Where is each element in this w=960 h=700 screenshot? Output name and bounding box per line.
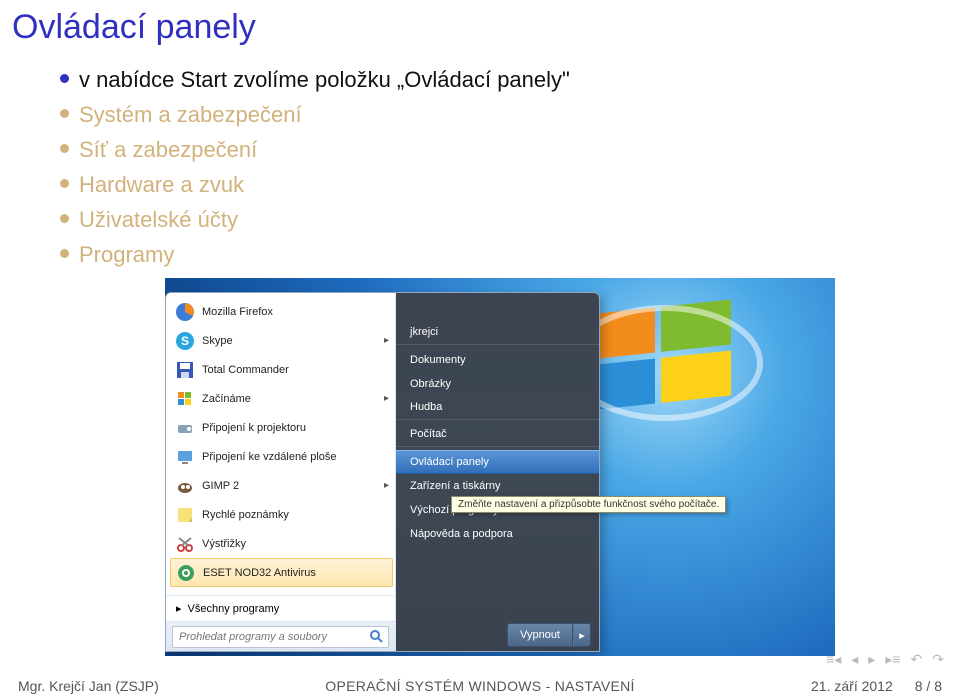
program-item-notes[interactable]: Rychlé poznámky	[170, 500, 393, 529]
program-list: Mozilla Firefox S Skype ▸ Total Commande…	[166, 293, 395, 595]
shutdown-button[interactable]: Vypnout	[507, 623, 573, 647]
floppy-icon	[174, 359, 196, 381]
submenu-arrow-icon: ▸	[384, 393, 389, 404]
bullet-item: Síť a zabezpečení	[60, 133, 960, 166]
firefox-icon	[174, 301, 196, 323]
right-item-pictures[interactable]: Obrázky	[396, 372, 599, 396]
scissors-icon	[174, 533, 196, 555]
beamer-nav-icons: ≡◂ ◂ ▸ ▸≡ ↶ ↷	[826, 651, 944, 668]
nav-undo-icon[interactable]: ↶	[911, 651, 923, 668]
all-programs-item[interactable]: ▸ Všechny programy	[166, 595, 395, 621]
program-item-gimp[interactable]: GIMP 2 ▸	[170, 471, 393, 500]
footer-author: Mgr. Krejčí Jan (ZSJP)	[18, 678, 159, 694]
right-item-help[interactable]: Nápověda a podpora	[396, 522, 599, 546]
chevron-right-icon: ▸	[579, 629, 585, 642]
eset-icon	[175, 562, 197, 584]
nav-back-icon[interactable]: ◂	[851, 651, 858, 668]
bullet-item: Programy	[60, 238, 960, 271]
right-item-music[interactable]: Hudba	[396, 396, 599, 420]
right-item-user[interactable]: jkrejci	[396, 321, 599, 345]
start-menu: Mozilla Firefox S Skype ▸ Total Commande…	[165, 292, 600, 652]
tooltip: Změňte nastavení a přizpůsobte funkčnost…	[451, 496, 726, 513]
start-left-pane: Mozilla Firefox S Skype ▸ Total Commande…	[166, 293, 396, 651]
gimp-icon	[174, 475, 196, 497]
start-right-pane: jkrejci Dokumenty Obrázky Hudba Počítač …	[396, 293, 599, 651]
program-item-skype[interactable]: S Skype ▸	[170, 326, 393, 355]
right-item-computer[interactable]: Počítač	[396, 423, 599, 447]
program-item-rdp[interactable]: Připojení ke vzdálené ploše	[170, 442, 393, 471]
svg-text:S: S	[181, 334, 189, 348]
sticky-note-icon	[174, 504, 196, 526]
footer-page: 8 / 8	[915, 678, 942, 694]
bullet-list: v nabídce Start zvolíme položku „Ovládac…	[0, 63, 960, 271]
bullet-item: Uživatelské účty	[60, 203, 960, 236]
nav-redo-icon[interactable]: ↷	[932, 651, 944, 668]
nav-forward-icon[interactable]: ▸	[868, 651, 875, 668]
program-item-firefox[interactable]: Mozilla Firefox	[170, 297, 393, 326]
search-input[interactable]	[172, 626, 389, 648]
search-icon	[369, 629, 384, 644]
right-item-documents[interactable]: Dokumenty	[396, 348, 599, 372]
screenshot-windows-start: Mozilla Firefox S Skype ▸ Total Commande…	[165, 278, 835, 656]
submenu-arrow-icon: ▸	[384, 335, 389, 346]
program-item-totalcommander[interactable]: Total Commander	[170, 355, 393, 384]
right-item-control-panel[interactable]: Ovládací panely	[396, 450, 599, 474]
nav-section-forward-icon[interactable]: ▸≡	[885, 651, 900, 668]
program-item-eset[interactable]: ESET NOD32 Antivirus	[170, 558, 393, 587]
remote-desktop-icon	[174, 446, 196, 468]
bullet-item: Systém a zabezpečení	[60, 98, 960, 131]
flag-icon	[174, 388, 196, 410]
arrow-right-icon: ▸	[176, 602, 182, 615]
footer-title: OPERAČNÍ SYSTÉM WINDOWS - NASTAVENÍ	[325, 678, 634, 694]
projector-icon	[174, 417, 196, 439]
program-item-getting-started[interactable]: Začínáme ▸	[170, 384, 393, 413]
bullet-item: v nabídce Start zvolíme položku „Ovládac…	[60, 63, 960, 96]
slide-footer: Mgr. Krejčí Jan (ZSJP) OPERAČNÍ SYSTÉM W…	[0, 672, 960, 700]
bullet-item: Hardware a zvuk	[60, 168, 960, 201]
shutdown-options-button[interactable]: ▸	[573, 623, 591, 647]
right-item-devices[interactable]: Zařízení a tiskárny	[396, 474, 599, 498]
footer-date: 21. září 2012	[811, 678, 893, 694]
skype-icon: S	[174, 330, 196, 352]
program-item-projector[interactable]: Připojení k projektoru	[170, 413, 393, 442]
submenu-arrow-icon: ▸	[384, 480, 389, 491]
slide-title: Ovládací panely	[0, 0, 960, 63]
program-item-snip[interactable]: Výstřižky	[170, 529, 393, 558]
nav-section-back-icon[interactable]: ≡◂	[826, 651, 841, 668]
search-row	[166, 621, 395, 651]
